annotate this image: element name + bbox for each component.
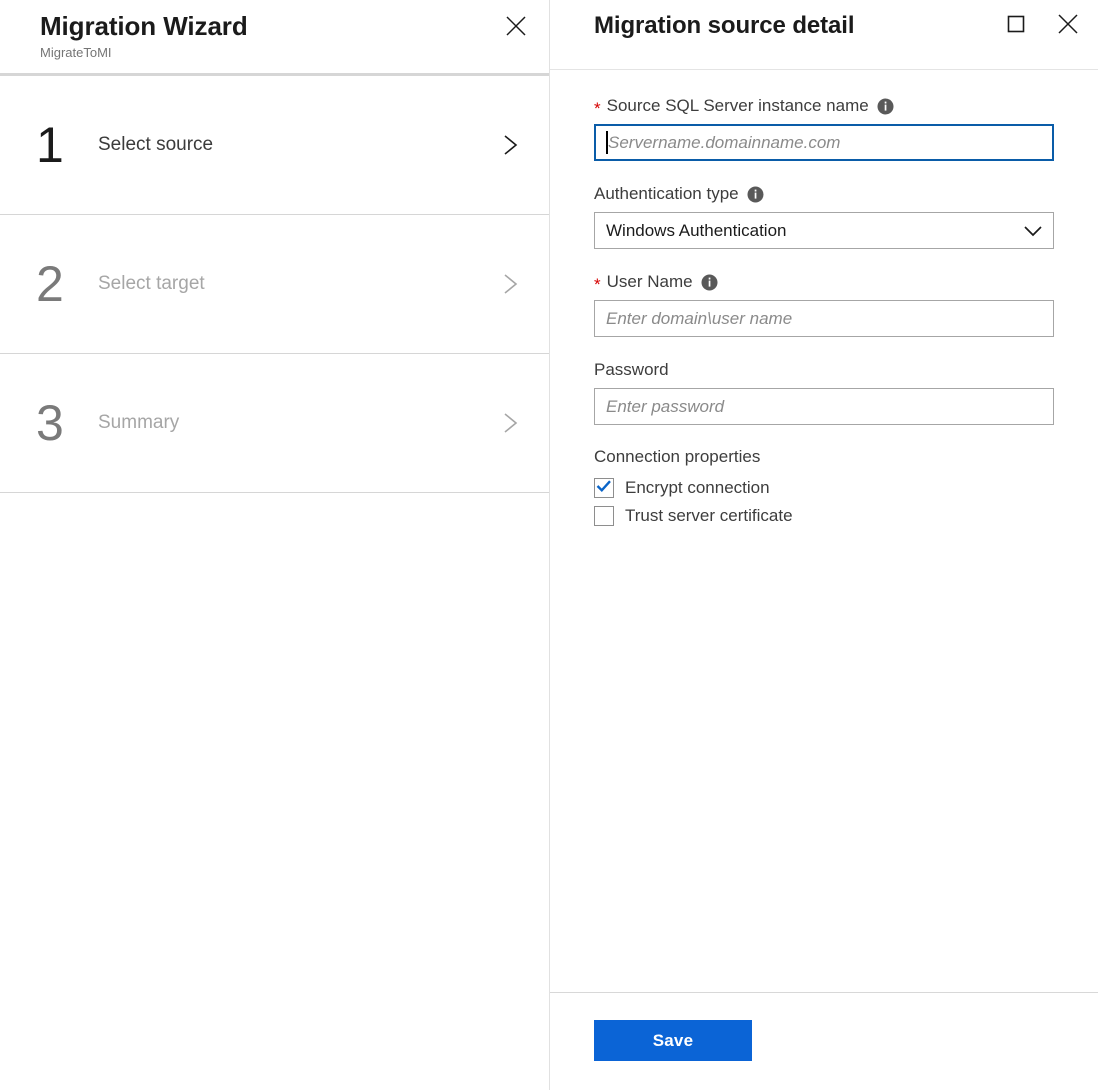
step-number: 3 (36, 398, 98, 448)
required-marker: * (594, 100, 601, 117)
detail-header-actions (996, 6, 1088, 46)
detail-header: Migration source detail (550, 0, 1098, 70)
wizard-step-select-target[interactable]: 2 Select target (0, 215, 549, 354)
field-authentication-type: Authentication type Windows Authenticati… (594, 183, 1054, 249)
checkbox-row-encrypt-connection[interactable]: Encrypt connection (594, 474, 1054, 502)
detail-title: Migration source detail (594, 10, 854, 42)
selected-option-label: Windows Authentication (606, 221, 787, 241)
password-input[interactable] (594, 388, 1054, 425)
label-text: User Name (607, 271, 693, 293)
chevron-right-icon (497, 132, 523, 158)
wizard-panel: Migration Wizard MigrateToMI 1 Select so… (0, 0, 550, 1090)
field-label-source-server-name: * Source SQL Server instance name (594, 95, 1054, 117)
step-label: Summary (98, 412, 497, 434)
checkbox-encrypt-connection[interactable] (594, 478, 614, 498)
chevron-right-icon (497, 271, 523, 297)
source-server-input-wrap (594, 124, 1054, 161)
close-icon (504, 14, 528, 43)
wizard-step-select-source[interactable]: 1 Select source (0, 76, 549, 215)
label-text: Authentication type (594, 183, 739, 205)
source-server-name-input[interactable] (594, 124, 1054, 161)
checkmark-icon (596, 479, 612, 498)
migration-source-detail-panel: Migration source detail (550, 0, 1098, 1090)
label-text: Source SQL Server instance name (607, 95, 869, 117)
info-icon[interactable] (747, 186, 764, 203)
page-title: Migration Wizard (40, 9, 549, 43)
connection-properties-group: Connection properties Encrypt connection… (594, 446, 1054, 530)
checkbox-label: Trust server certificate (625, 506, 793, 526)
info-icon[interactable] (701, 274, 718, 291)
checkbox-trust-server-certificate[interactable] (594, 506, 614, 526)
text-caret (606, 131, 608, 154)
field-source-server-name: * Source SQL Server instance name (594, 95, 1054, 161)
step-number: 2 (36, 259, 98, 309)
save-button[interactable]: Save (594, 1020, 752, 1061)
user-name-input[interactable] (594, 300, 1054, 337)
step-number: 1 (36, 120, 98, 170)
field-user-name: * User Name (594, 271, 1054, 337)
checkbox-label: Encrypt connection (625, 478, 770, 498)
chevron-right-icon (497, 410, 523, 436)
field-label-password: Password (594, 359, 1054, 381)
required-marker: * (594, 276, 601, 293)
info-icon[interactable] (877, 98, 894, 115)
page-subtitle: MigrateToMI (40, 44, 549, 62)
step-label: Select source (98, 134, 497, 156)
wizard-header: Migration Wizard MigrateToMI (0, 0, 549, 76)
connection-properties-title: Connection properties (594, 446, 1054, 468)
field-label-user-name: * User Name (594, 271, 1054, 293)
detail-close-button[interactable] (1048, 6, 1088, 46)
checkbox-row-trust-server-certificate[interactable]: Trust server certificate (594, 502, 1054, 530)
close-icon (1056, 12, 1080, 41)
wizard-close-button[interactable] (495, 7, 537, 49)
maximize-button[interactable] (996, 6, 1036, 46)
field-label-authentication-type: Authentication type (594, 183, 1054, 205)
authentication-type-select-wrap: Windows Authentication (594, 212, 1054, 249)
wizard-empty-area (0, 493, 549, 1090)
wizard-steps-list: 1 Select source 2 Select target (0, 76, 549, 493)
migration-wizard-window: Migration Wizard MigrateToMI 1 Select so… (0, 0, 1098, 1090)
label-text: Password (594, 359, 669, 381)
detail-form: * Source SQL Server instance name (550, 70, 1098, 992)
maximize-icon (1006, 14, 1026, 39)
field-password: Password (594, 359, 1054, 425)
detail-footer: Save (550, 992, 1098, 1090)
authentication-type-select[interactable]: Windows Authentication (594, 212, 1054, 249)
step-label: Select target (98, 273, 497, 295)
wizard-step-summary[interactable]: 3 Summary (0, 354, 549, 493)
